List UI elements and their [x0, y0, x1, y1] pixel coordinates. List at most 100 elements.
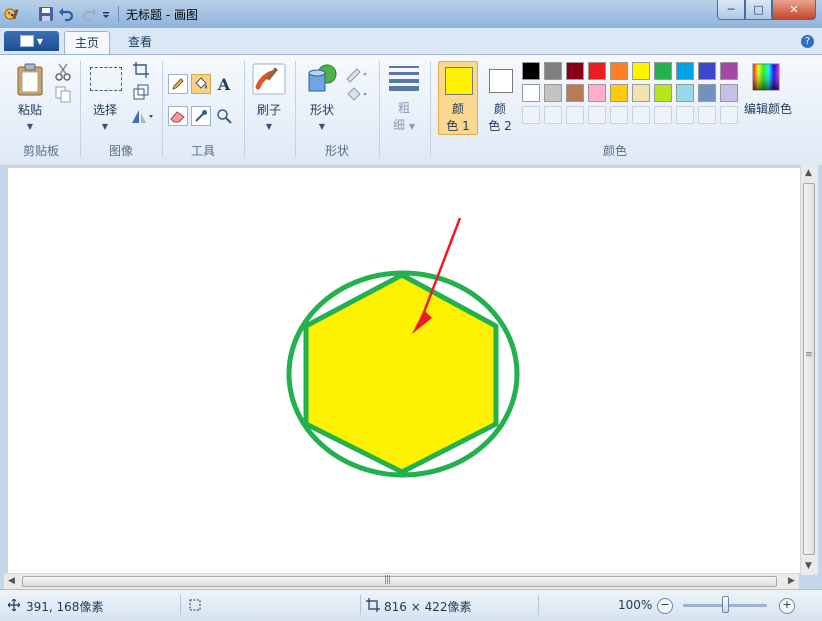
- undo-icon[interactable]: [58, 6, 74, 22]
- palette-color-swatch[interactable]: [610, 84, 628, 102]
- palette-color-swatch[interactable]: [720, 62, 738, 80]
- palette-color-swatch[interactable]: [544, 62, 562, 80]
- palette-empty-slot[interactable]: [654, 106, 672, 124]
- palette-color-swatch[interactable]: [522, 62, 540, 80]
- shapes-label: 形状: [309, 103, 334, 117]
- brushes-button[interactable]: 刷子 ▼: [248, 101, 290, 132]
- group-separator: [80, 61, 81, 157]
- brushes-group: 刷子 ▼: [246, 55, 292, 163]
- palette-color-swatch[interactable]: [654, 84, 672, 102]
- paint-menu-button[interactable]: ▼: [4, 31, 59, 51]
- redo-icon[interactable]: [82, 6, 98, 22]
- scroll-down-icon[interactable]: ▼: [805, 561, 812, 571]
- size-icon[interactable]: [387, 65, 421, 91]
- image-size-icon: [366, 598, 380, 612]
- select-icon[interactable]: [90, 67, 122, 91]
- paste-label: 粘贴: [17, 103, 42, 117]
- zoom-in-button[interactable]: +: [779, 598, 795, 614]
- scroll-right-icon[interactable]: ▶: [788, 576, 795, 586]
- workspace: ▲ ≡ ▼ ◀ ||| ▶: [0, 165, 822, 590]
- vertical-scroll-thumb[interactable]: [803, 183, 815, 555]
- magnifier-tool[interactable]: [214, 106, 234, 126]
- palette-empty-slot[interactable]: [544, 106, 562, 124]
- tab-view[interactable]: 查看: [118, 31, 162, 54]
- color2-button[interactable]: 颜 色 2: [480, 61, 520, 135]
- group-separator: [162, 61, 163, 157]
- paint-app-icon[interactable]: [4, 6, 20, 22]
- status-separator: [360, 595, 361, 615]
- scroll-left-icon[interactable]: ◀: [8, 576, 15, 586]
- edit-colors-button[interactable]: 编辑颜色: [742, 100, 794, 117]
- copy-icon[interactable]: [54, 85, 72, 103]
- palette-color-swatch[interactable]: [544, 84, 562, 102]
- rotate-icon[interactable]: [130, 107, 154, 125]
- eraser-icon: [170, 111, 185, 123]
- edit-colors-icon[interactable]: [752, 63, 780, 91]
- palette-color-swatch[interactable]: [588, 62, 606, 80]
- fill-tool[interactable]: [191, 74, 211, 94]
- zoom-slider-thumb[interactable]: [722, 596, 729, 613]
- palette-empty-slot[interactable]: [610, 106, 628, 124]
- shapes-button[interactable]: 形状 ▼: [301, 101, 343, 132]
- close-button[interactable]: ✕: [772, 0, 816, 20]
- palette-color-swatch[interactable]: [698, 84, 716, 102]
- palette-color-swatch[interactable]: [676, 84, 694, 102]
- palette-color-swatch[interactable]: [522, 84, 540, 102]
- text-tool[interactable]: A: [214, 74, 234, 94]
- palette-color-swatch[interactable]: [610, 62, 628, 80]
- palette-color-swatch[interactable]: [632, 62, 650, 80]
- ribbon: 粘贴 ▼ 剪贴板 选择 ▼ 图像 A 工具 刷子 ▼ 形状 ▼ 形状 粗 细 ▼…: [0, 54, 822, 166]
- group-separator: [379, 61, 380, 157]
- color1-button[interactable]: 颜 色 1: [438, 61, 478, 135]
- maximize-button[interactable]: □: [745, 0, 772, 20]
- drawing-canvas[interactable]: [8, 168, 801, 573]
- palette-color-swatch[interactable]: [720, 84, 738, 102]
- crop-icon[interactable]: [132, 61, 150, 79]
- eraser-tool[interactable]: [168, 106, 188, 126]
- brush-icon[interactable]: [252, 63, 286, 95]
- paste-icon[interactable]: [16, 63, 44, 97]
- palette-color-swatch[interactable]: [566, 62, 584, 80]
- color1-label-2: 色 1: [446, 119, 470, 133]
- palette-color-swatch[interactable]: [676, 62, 694, 80]
- horizontal-scrollbar[interactable]: ◀ ||| ▶: [4, 573, 799, 590]
- tab-home[interactable]: 主页: [64, 31, 110, 55]
- palette-empty-slot[interactable]: [522, 106, 540, 124]
- color-picker-tool[interactable]: [191, 106, 211, 126]
- horizontal-scroll-thumb[interactable]: [22, 576, 777, 587]
- zoom-out-button[interactable]: −: [657, 598, 673, 614]
- chevron-down-icon: ▼: [36, 36, 44, 46]
- palette-color-swatch[interactable]: [698, 62, 716, 80]
- group-separator: [244, 61, 245, 157]
- palette-empty-slot[interactable]: [698, 106, 716, 124]
- image-group: 选择 ▼ 图像: [82, 55, 160, 163]
- shapes-icon[interactable]: [305, 63, 339, 95]
- vertical-scrollbar[interactable]: ▲ ≡ ▼: [800, 165, 818, 575]
- palette-color-swatch[interactable]: [632, 84, 650, 102]
- size-button[interactable]: 粗 细 ▼: [383, 99, 425, 133]
- palette-color-swatch[interactable]: [654, 62, 672, 80]
- fill-icon[interactable]: [345, 85, 369, 103]
- pencil-tool[interactable]: [168, 74, 188, 94]
- palette-color-swatch[interactable]: [566, 84, 584, 102]
- color1-label-1: 颜: [451, 102, 464, 116]
- scroll-up-icon[interactable]: ▲: [805, 168, 812, 178]
- save-icon[interactable]: [38, 6, 54, 22]
- customize-dropdown-icon[interactable]: [101, 6, 111, 22]
- help-icon[interactable]: ?: [801, 35, 814, 48]
- resize-icon[interactable]: [132, 83, 150, 101]
- paint-bucket-icon: [195, 77, 207, 89]
- palette-empty-slot[interactable]: [720, 106, 738, 124]
- outline-icon[interactable]: [345, 65, 369, 83]
- palette-color-swatch[interactable]: [588, 84, 606, 102]
- palette-empty-slot[interactable]: [676, 106, 694, 124]
- palette-empty-slot[interactable]: [566, 106, 584, 124]
- group-separator: [295, 61, 296, 157]
- minimize-button[interactable]: ─: [717, 0, 745, 20]
- cut-icon[interactable]: [54, 63, 72, 81]
- paste-button[interactable]: 粘贴 ▼: [10, 101, 50, 132]
- group-separator: [430, 61, 431, 157]
- palette-empty-slot[interactable]: [632, 106, 650, 124]
- palette-empty-slot[interactable]: [588, 106, 606, 124]
- select-button[interactable]: 选择 ▼: [86, 101, 124, 132]
